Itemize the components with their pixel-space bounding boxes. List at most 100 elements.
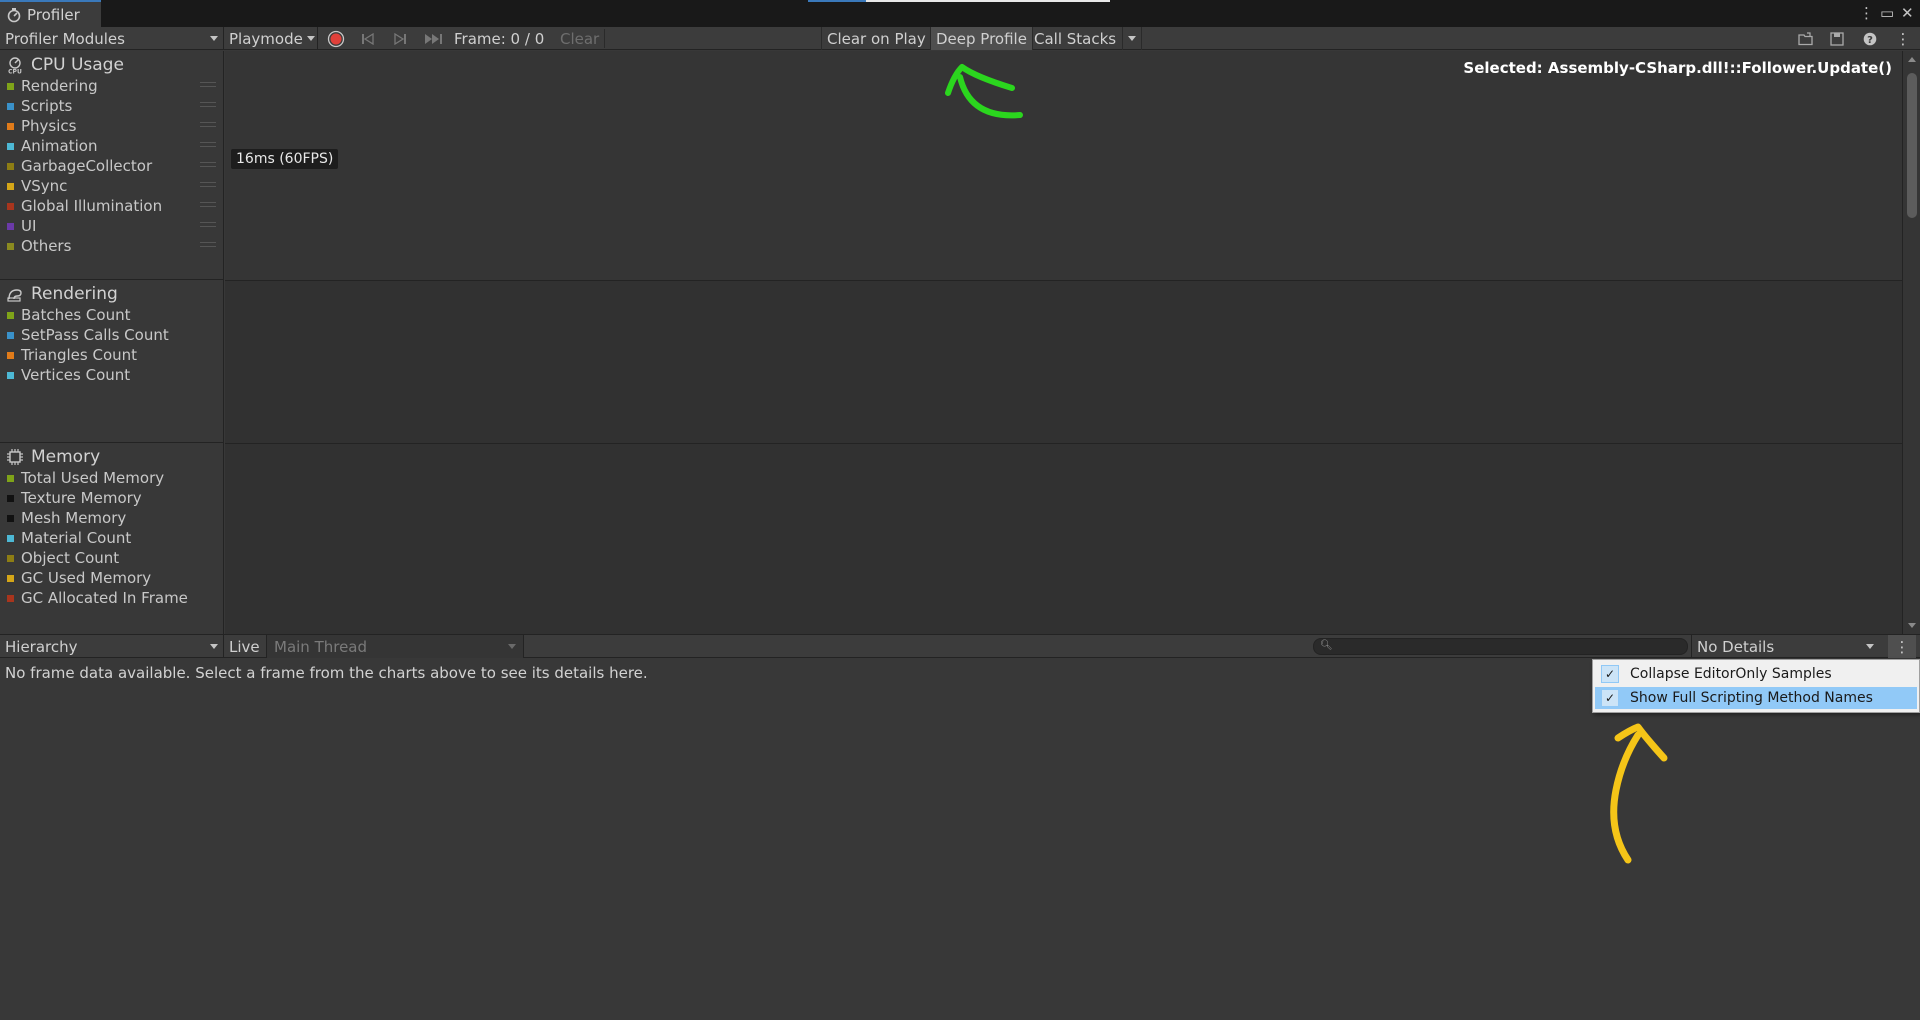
clear-button[interactable]: Clear (555, 27, 604, 50)
window-tab-bar: Profiler ⋮ ▭ ✕ (0, 0, 1920, 27)
deep-profile-button[interactable]: Deep Profile (930, 27, 1033, 50)
legend-item[interactable]: VSync (7, 177, 67, 195)
legend-label: UI (21, 217, 37, 235)
legend-item[interactable]: Material Count (7, 529, 131, 547)
first-frame-button[interactable] (356, 27, 380, 50)
call-stacks-button[interactable]: Call Stacks (1029, 27, 1121, 50)
help-button[interactable]: ? (1859, 27, 1881, 50)
save-button[interactable] (1826, 27, 1848, 50)
profiler-modules-label: Profiler Modules (5, 29, 125, 48)
help-icon: ? (1863, 32, 1877, 46)
drag-handle-icon[interactable] (200, 202, 216, 207)
tab-profiler[interactable]: Profiler (0, 0, 101, 27)
menu-item-collapse-editoronly[interactable]: ✓ Collapse EditorOnly Samples (1595, 663, 1917, 685)
svg-text:CPU: CPU (8, 69, 22, 75)
drag-handle-icon[interactable] (200, 122, 216, 127)
search-input[interactable]: 🔍︎ (1313, 638, 1688, 655)
legend-color-swatch (7, 202, 14, 210)
legend-label: Texture Memory (21, 489, 142, 507)
menu-item-show-full-scripting-names[interactable]: ✓ Show Full Scripting Method Names (1595, 687, 1917, 709)
module-title-label: Memory (31, 447, 101, 467)
legend-color-swatch (7, 122, 14, 130)
legend-label: GC Used Memory (21, 569, 152, 587)
legend-label: Others (21, 237, 72, 255)
legend-item[interactable]: Texture Memory (7, 489, 142, 507)
legend-item[interactable]: Vertices Count (7, 366, 130, 384)
charts-scrollbar[interactable] (1902, 51, 1920, 634)
view-type-dropdown[interactable]: Hierarchy (0, 635, 224, 658)
call-stacks-dropdown[interactable] (1122, 27, 1142, 50)
load-button[interactable] (1795, 27, 1817, 50)
legend-item[interactable]: Total Used Memory (7, 469, 164, 487)
drag-handle-icon[interactable] (200, 82, 216, 87)
legend-color-swatch (7, 331, 14, 339)
module-memory[interactable]: Memory Total Used Memory Texture Memory Me… (0, 443, 224, 634)
rendering-icon (7, 289, 22, 302)
module-rendering[interactable]: Rendering Batches Count SetPass Calls Cou… (0, 280, 224, 443)
legend-item[interactable]: Batches Count (7, 306, 130, 324)
tab-title: Profiler (27, 5, 80, 24)
legend-item[interactable]: Global Illumination (7, 197, 162, 215)
close-icon[interactable]: ✕ (1901, 4, 1914, 22)
scrollbar-thumb[interactable] (1907, 73, 1917, 218)
tab-scroll-indicator-light (866, 0, 1110, 2)
thread-dropdown[interactable]: Main Thread (266, 635, 524, 658)
legend-item[interactable]: UI (7, 217, 36, 235)
legend-label: VSync (21, 177, 68, 195)
drag-handle-icon[interactable] (200, 162, 216, 167)
legend-item[interactable]: Triangles Count (7, 346, 137, 364)
legend-item[interactable]: SetPass Calls Count (7, 326, 169, 344)
legend-item[interactable]: Mesh Memory (7, 509, 126, 527)
chevron-down-icon (508, 644, 516, 649)
drag-handle-icon[interactable] (200, 222, 216, 227)
cpu-usage-chart[interactable]: Selected: Assembly-CSharp.dll!::Follower… (225, 51, 1902, 280)
profiler-modules-dropdown[interactable]: Profiler Modules (0, 27, 224, 50)
legend-item[interactable]: GC Allocated In Frame (7, 589, 188, 607)
legend-color-swatch (7, 222, 14, 230)
legend-label: Physics (21, 117, 77, 135)
drag-handle-icon[interactable] (200, 182, 216, 187)
drag-handle-icon[interactable] (200, 142, 216, 147)
view-type-label: Hierarchy (5, 637, 78, 656)
legend-item[interactable]: GC Used Memory (7, 569, 151, 587)
chevron-down-icon (210, 644, 218, 649)
green-annotation-arrow (945, 64, 1023, 119)
legend-item[interactable]: GarbageCollector (7, 157, 152, 175)
legend-color-swatch (7, 162, 14, 170)
next-frame-button[interactable] (388, 27, 412, 50)
profiler-charts[interactable]: Selected: Assembly-CSharp.dll!::Follower… (225, 51, 1902, 634)
drag-handle-icon[interactable] (200, 242, 216, 247)
last-frame-icon (425, 33, 442, 44)
details-dropdown[interactable]: No Details (1691, 635, 1879, 658)
legend-item[interactable]: Animation (7, 137, 97, 155)
live-toggle[interactable]: Live (229, 635, 260, 658)
target-dropdown[interactable]: Playmode (224, 27, 318, 50)
legend-color-swatch (7, 182, 14, 190)
frame-counter: Frame: 0 / 0 (454, 29, 545, 48)
legend-label: Triangles Count (21, 346, 138, 364)
step-back-icon (362, 32, 374, 45)
more-options-icon[interactable]: ⋮ (1893, 27, 1913, 50)
clear-on-play-button[interactable]: Clear on Play (821, 27, 931, 50)
legend-item[interactable]: Rendering (7, 77, 98, 95)
legend-item[interactable]: Object Count (7, 549, 119, 567)
profiler-modules-panel: CPU CPU Usage Rendering Scripts Physics Ani… (0, 51, 224, 634)
save-icon (1830, 31, 1844, 46)
legend-color-swatch (7, 554, 14, 562)
window-menu-icon[interactable]: ⋮ (1859, 4, 1874, 22)
scroll-up-icon[interactable] (1908, 57, 1916, 62)
record-button[interactable] (322, 27, 350, 50)
legend-item[interactable]: Others (7, 237, 71, 255)
memory-chart[interactable] (225, 444, 1902, 634)
details-more-options-icon[interactable]: ⋮ (1888, 635, 1916, 658)
legend-item[interactable]: Scripts (7, 97, 72, 115)
scroll-down-icon[interactable] (1908, 623, 1916, 628)
module-cpu-usage[interactable]: CPU CPU Usage Rendering Scripts Physics Ani… (0, 51, 224, 280)
menu-item-label: Show Full Scripting Method Names (1630, 690, 1873, 706)
legend-item[interactable]: Physics (7, 117, 76, 135)
rendering-chart[interactable] (225, 281, 1902, 443)
maximize-icon[interactable]: ▭ (1880, 4, 1894, 22)
drag-handle-icon[interactable] (200, 102, 216, 107)
legend-color-swatch (7, 102, 14, 110)
current-frame-button[interactable] (420, 27, 448, 50)
